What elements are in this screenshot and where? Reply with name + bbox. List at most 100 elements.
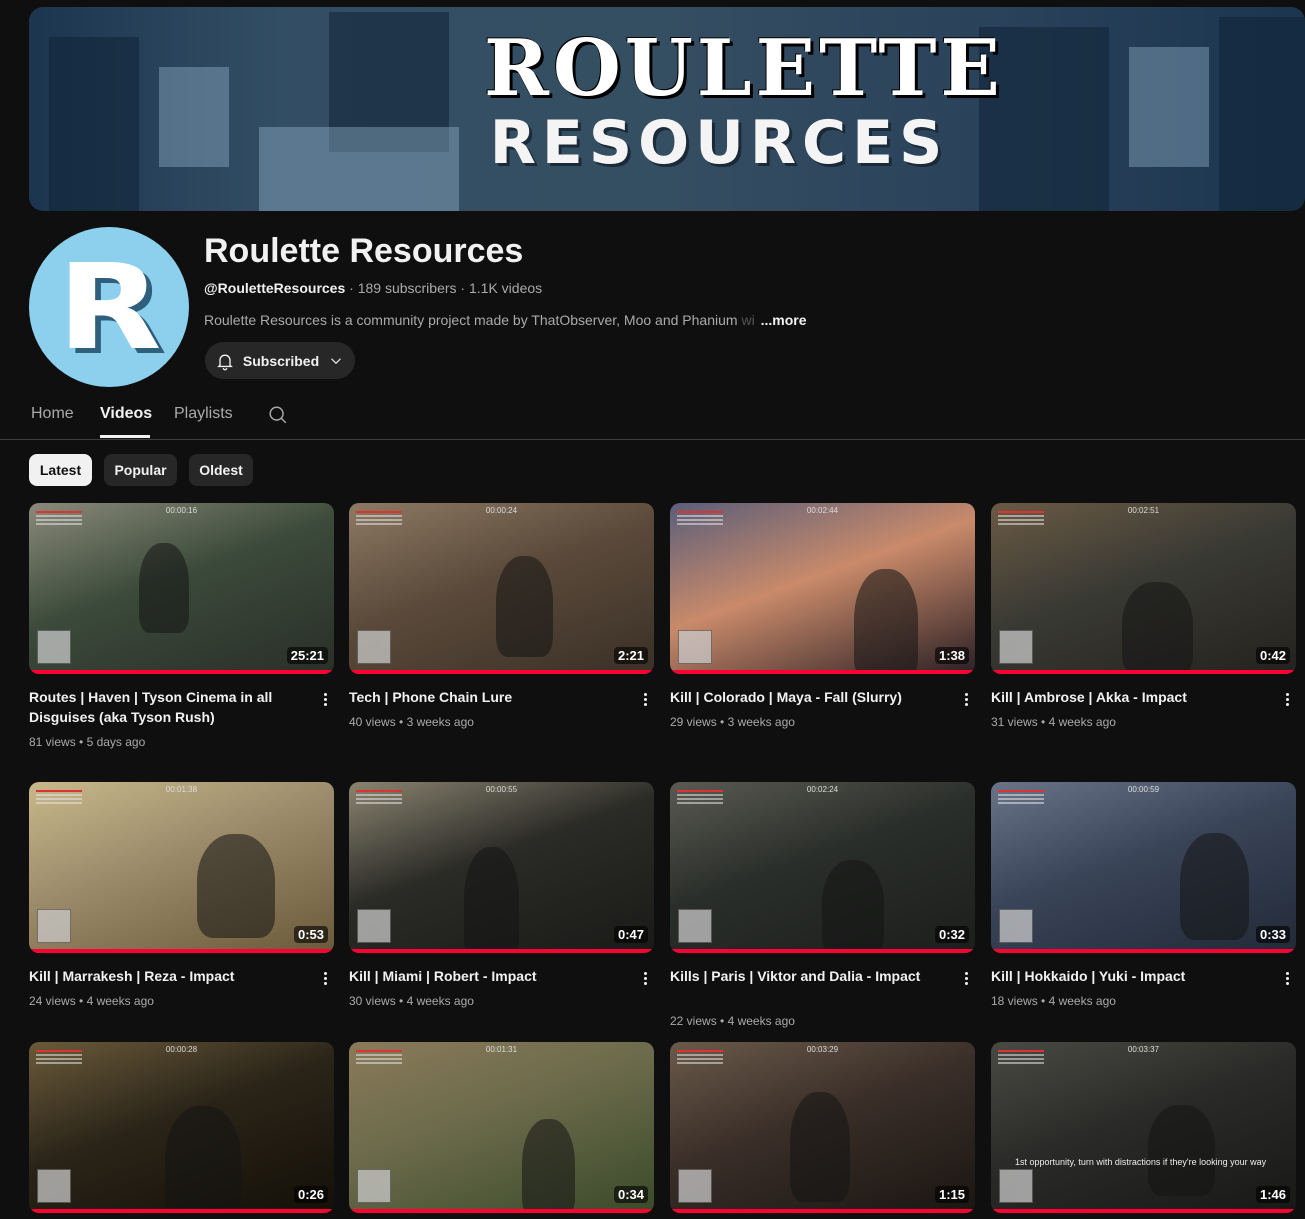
video-thumbnail[interactable]: 00:00:16 25:21	[29, 503, 334, 674]
upload-age: 3 weeks ago	[406, 715, 474, 729]
video-title[interactable]: Routes | Haven | Tyson Cinema in all Dis…	[29, 687, 299, 727]
chip-popular[interactable]: Popular	[104, 454, 177, 486]
video-thumbnail[interactable]: 00:02:44 1:38	[670, 503, 975, 674]
hud-minimap	[37, 1169, 71, 1203]
game-timer: 00:01:38	[165, 785, 198, 794]
view-count: 31 views	[991, 715, 1038, 729]
view-count: 22 views	[670, 1014, 717, 1028]
thumbnail-figure	[790, 1092, 850, 1202]
video-duration: 1:46	[1255, 1186, 1290, 1203]
game-timer: 00:00:28	[165, 1045, 198, 1054]
search-icon[interactable]	[267, 404, 289, 426]
upload-age: 4 weeks ago	[406, 994, 474, 1008]
video-stats: 22 views • 4 weeks ago	[670, 1014, 795, 1028]
video-title[interactable]: Kills | Paris | Viktor and Dalia - Impac…	[670, 966, 940, 986]
channel-handle[interactable]: @RouletteResources	[204, 280, 345, 296]
tab-videos[interactable]: Videos	[100, 405, 152, 423]
thumbnail-figure	[197, 834, 275, 938]
game-timer: 00:02:44	[806, 506, 839, 515]
bell-icon	[217, 354, 233, 370]
video-stats: 24 views • 4 weeks ago	[29, 994, 154, 1008]
channel-description[interactable]: Roulette Resources is a community projec…	[204, 312, 806, 328]
video-title[interactable]: Tech | Phone Chain Lure	[349, 687, 619, 707]
hud-minimap	[999, 909, 1033, 943]
video-title[interactable]: Kill | Marrakesh | Reza - Impact	[29, 966, 299, 986]
thumbnail-figure	[854, 569, 918, 674]
thumbnail-figure	[1180, 833, 1249, 940]
video-thumbnail[interactable]: 00:03:29 1:15	[670, 1042, 975, 1213]
video-stats: 31 views • 4 weeks ago	[991, 715, 1116, 729]
chip-latest[interactable]: Latest	[29, 454, 92, 486]
more-vert-icon[interactable]	[958, 691, 974, 711]
more-vert-icon[interactable]	[1279, 970, 1295, 990]
watch-progress-bar	[29, 1209, 334, 1213]
meta-separator: ·	[349, 280, 358, 296]
hud-minimap	[37, 909, 71, 943]
chip-oldest[interactable]: Oldest	[189, 454, 253, 486]
video-thumbnail[interactable]: 00:00:59 0:33	[991, 782, 1296, 953]
hud-minimap	[357, 909, 391, 943]
video-thumbnail[interactable]: 00:01:38 0:53	[29, 782, 334, 953]
game-timer: 00:02:24	[806, 785, 839, 794]
more-vert-icon[interactable]	[637, 691, 653, 711]
watch-progress-bar	[349, 1209, 654, 1213]
more-vert-icon[interactable]	[958, 970, 974, 990]
video-duration: 0:32	[934, 926, 969, 943]
game-timer: 00:00:59	[1127, 785, 1160, 794]
channel-banner: ROULETTE RESOURCES	[29, 7, 1305, 211]
game-timer: 00:01:31	[485, 1045, 518, 1054]
video-thumbnail[interactable]: 00:03:37 1st opportunity, turn with dist…	[991, 1042, 1296, 1213]
view-count: 81 views	[29, 735, 76, 749]
more-vert-icon[interactable]	[317, 691, 333, 711]
watch-progress-bar	[670, 1209, 975, 1213]
video-thumbnail[interactable]: 00:02:24 0:32	[670, 782, 975, 953]
watch-progress-bar	[991, 1209, 1296, 1213]
banner-logo: ROULETTE RESOURCES	[484, 27, 1000, 176]
video-title[interactable]: Kill | Hokkaido | Yuki - Impact	[991, 966, 1261, 986]
view-count: 24 views	[29, 994, 76, 1008]
hud-minimap	[357, 630, 391, 664]
video-thumbnail[interactable]: 00:00:55 0:47	[349, 782, 654, 953]
video-thumbnail[interactable]: 00:00:28 0:26	[29, 1042, 334, 1213]
video-thumbnail[interactable]: 00:01:31 0:34	[349, 1042, 654, 1213]
tab-home[interactable]: Home	[31, 405, 74, 423]
hud-minimap	[678, 1169, 712, 1203]
thumbnail-figure	[1122, 582, 1193, 674]
chevron-down-icon	[331, 357, 342, 364]
video-thumbnail[interactable]: 00:00:24 2:21	[349, 503, 654, 674]
video-thumbnail[interactable]: 00:02:51 0:42	[991, 503, 1296, 674]
video-duration: 0:26	[293, 1186, 328, 1203]
channel-meta: @RouletteResources · 189 subscribers · 1…	[204, 280, 542, 296]
stats-separator: •	[395, 994, 407, 1008]
more-link[interactable]: ...more	[761, 312, 807, 328]
active-tab-indicator	[100, 435, 150, 438]
more-vert-icon[interactable]	[1279, 691, 1295, 711]
tab-playlists[interactable]: Playlists	[174, 405, 233, 423]
watch-progress-bar	[670, 949, 975, 953]
channel-avatar[interactable]: R	[29, 227, 189, 387]
watch-progress-bar	[29, 670, 334, 674]
view-count: 30 views	[349, 994, 396, 1008]
video-duration: 0:33	[1255, 926, 1290, 943]
video-duration: 0:34	[613, 1186, 648, 1203]
video-title[interactable]: Kill | Miami | Robert - Impact	[349, 966, 619, 986]
more-vert-icon[interactable]	[317, 970, 333, 990]
stats-separator: •	[716, 1014, 728, 1028]
video-count: 1.1K videos	[468, 280, 543, 296]
game-timer: 00:03:29	[806, 1045, 839, 1054]
upload-age: 4 weeks ago	[727, 1014, 795, 1028]
video-title[interactable]: Kill | Ambrose | Akka - Impact	[991, 687, 1261, 707]
description-fade: wi	[737, 312, 755, 328]
upload-age: 4 weeks ago	[86, 994, 154, 1008]
video-duration: 1:38	[934, 647, 969, 664]
more-vert-icon[interactable]	[637, 970, 653, 990]
video-title[interactable]: Kill | Colorado | Maya - Fall (Slurry)	[670, 687, 940, 707]
subscribed-button[interactable]: Subscribed	[205, 342, 355, 379]
upload-age: 4 weeks ago	[1048, 715, 1116, 729]
game-timer: 00:00:55	[485, 785, 518, 794]
stats-separator: •	[716, 715, 728, 729]
game-timer: 00:00:24	[485, 506, 518, 515]
view-count: 40 views	[349, 715, 396, 729]
channel-tabs: Home Videos Playlists	[0, 395, 1305, 440]
video-duration: 25:21	[286, 647, 328, 664]
